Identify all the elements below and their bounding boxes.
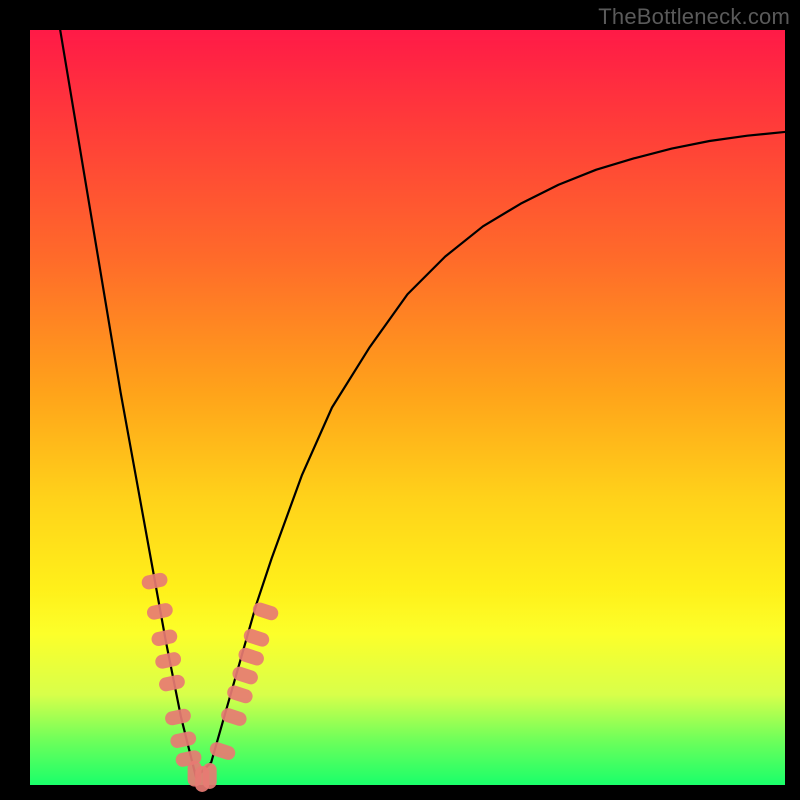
marker: [225, 684, 254, 705]
plot-area: [30, 30, 785, 785]
marker: [154, 651, 182, 670]
marker: [140, 572, 168, 591]
marker: [203, 763, 217, 789]
marker: [146, 602, 174, 621]
chart-svg: [30, 30, 785, 785]
marker: [169, 730, 197, 749]
marker: [158, 674, 186, 693]
marker: [164, 708, 192, 727]
marker: [242, 627, 271, 648]
chart-frame: TheBottleneck.com: [0, 0, 800, 800]
marker: [219, 706, 248, 727]
marker: [237, 646, 266, 667]
watermark-text: TheBottleneck.com: [598, 4, 790, 30]
curve-markers: [140, 572, 280, 792]
marker: [150, 628, 178, 647]
